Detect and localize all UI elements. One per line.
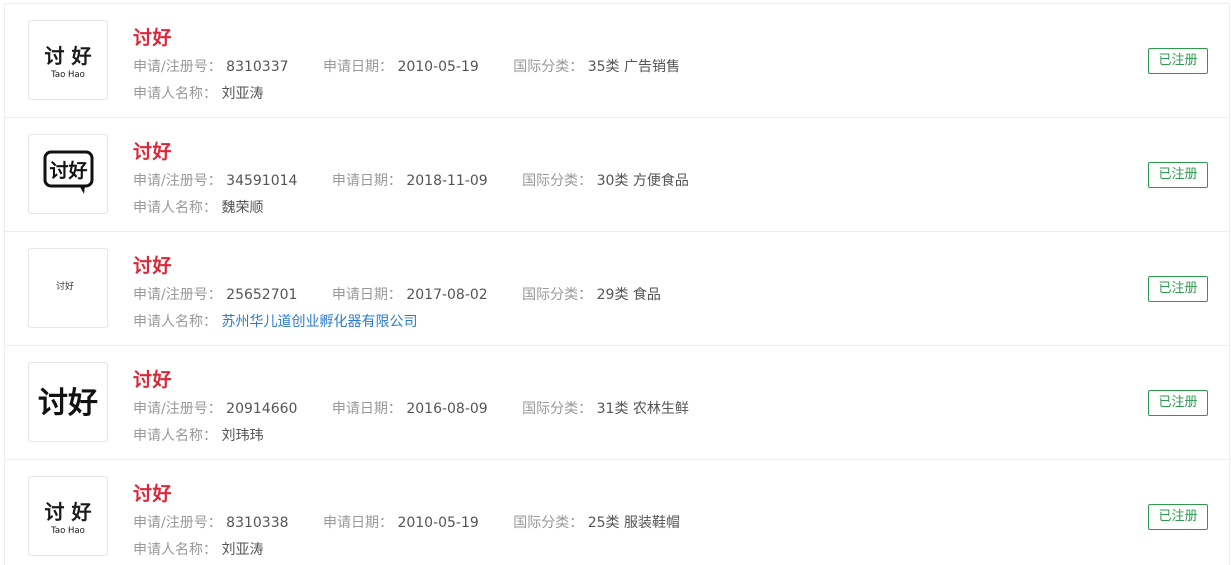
large-text-logo-graphic: 讨好 xyxy=(38,386,98,421)
status-badge: 已注册 xyxy=(1148,504,1208,530)
trademark-applicant: 申请人名称： 刘亚涛 xyxy=(133,539,263,559)
intl-class-label: 国际分类： xyxy=(513,515,584,531)
trademark-name[interactable]: 讨好 xyxy=(133,23,172,50)
reg-no-label: 申请/注册号： xyxy=(133,287,222,303)
trademark-meta: 申请/注册号： 20914660 申请日期： 2016-08-09 国际分类： … xyxy=(133,398,689,418)
taohao-logo-graphic: 讨 好 Tao Hao xyxy=(45,44,92,80)
reg-no-value: 8310337 xyxy=(226,59,289,75)
applicant-label: 申请人名称： xyxy=(133,86,217,102)
trademark-logo-image[interactable]: 讨好 xyxy=(28,134,108,214)
reg-no-value: 34591014 xyxy=(226,173,298,189)
intl-class-value: 25类 服装鞋帽 xyxy=(587,515,680,531)
intl-class-label: 国际分类： xyxy=(513,59,584,75)
small-text-logo-graphic: 讨好 xyxy=(56,280,74,292)
trademark-results-page: 讨 好 Tao Hao 讨好 申请/注册号： 8310337 申请日期： 201… xyxy=(0,0,1231,565)
reg-no-value: 25652701 xyxy=(226,287,298,303)
apply-date-label: 申请日期： xyxy=(322,59,393,75)
applicant-value: 刘亚涛 xyxy=(221,86,264,102)
reg-no-value: 20914660 xyxy=(226,401,298,417)
logo-cn-text: 讨好 xyxy=(56,280,74,292)
apply-date-value: 2017-08-02 xyxy=(406,287,488,303)
apply-date-label: 申请日期： xyxy=(331,401,402,417)
reg-no-label: 申请/注册号： xyxy=(133,515,222,531)
trademark-meta: 申请/注册号： 25652701 申请日期： 2017-08-02 国际分类： … xyxy=(133,284,661,304)
applicant-value: 魏荣顺 xyxy=(221,200,264,216)
trademark-logo-image[interactable]: 讨好 xyxy=(28,248,108,328)
status-badge: 已注册 xyxy=(1148,162,1208,188)
intl-class-label: 国际分类： xyxy=(522,173,593,189)
applicant-label: 申请人名称： xyxy=(133,314,217,330)
trademark-meta: 申请/注册号： 8310337 申请日期： 2010-05-19 国际分类： 3… xyxy=(133,56,680,76)
trademark-logo-image[interactable]: 讨好 xyxy=(28,362,108,442)
trademark-name[interactable]: 讨好 xyxy=(133,479,172,506)
intl-class-value: 29类 食品 xyxy=(596,287,661,303)
trademark-name[interactable]: 讨好 xyxy=(133,137,172,164)
apply-date-label: 申请日期： xyxy=(331,287,402,303)
apply-date-value: 2018-11-09 xyxy=(406,173,488,189)
trademark-meta: 申请/注册号： 34591014 申请日期： 2018-11-09 国际分类： … xyxy=(133,170,689,190)
trademark-name[interactable]: 讨好 xyxy=(133,365,172,392)
trademark-applicant: 申请人名称： 魏荣顺 xyxy=(133,197,263,217)
intl-class-label: 国际分类： xyxy=(522,287,593,303)
logo-cn-text: 讨好 xyxy=(38,386,98,421)
trademark-row[interactable]: 讨 好 Tao Hao 讨好 申请/注册号： 8310337 申请日期： 201… xyxy=(5,4,1229,118)
trademark-row[interactable]: 讨好 讨好 申请/注册号： 25652701 申请日期： 2017-08-02 … xyxy=(5,232,1229,346)
trademark-logo-image[interactable]: 讨 好 Tao Hao xyxy=(28,476,108,556)
apply-date-value: 2010-05-19 xyxy=(397,515,479,531)
intl-class-value: 31类 农林生鲜 xyxy=(596,401,689,417)
logo-pinyin-text: Tao Hao xyxy=(50,70,85,80)
reg-no-label: 申请/注册号： xyxy=(133,59,222,75)
trademark-applicant: 申请人名称： 刘玮玮 xyxy=(133,425,263,445)
trademark-logo-image[interactable]: 讨 好 Tao Hao xyxy=(28,20,108,100)
trademark-row[interactable]: 讨 好 Tao Hao 讨好 申请/注册号： 8310338 申请日期： 201… xyxy=(5,460,1229,565)
trademark-row[interactable]: 讨好 讨好 申请/注册号： 20914660 申请日期： 2016-08-09 … xyxy=(5,346,1229,460)
reg-no-label: 申请/注册号： xyxy=(133,173,222,189)
applicant-link[interactable]: 苏州华儿道创业孵化器有限公司 xyxy=(221,314,417,330)
trademark-applicant: 申请人名称： 苏州华儿道创业孵化器有限公司 xyxy=(133,311,417,331)
status-badge: 已注册 xyxy=(1148,48,1208,74)
apply-date-label: 申请日期： xyxy=(322,515,393,531)
status-badge: 已注册 xyxy=(1148,390,1208,416)
taohao-logo-graphic: 讨 好 Tao Hao xyxy=(45,500,92,536)
logo-pinyin-text: Tao Hao xyxy=(50,526,85,536)
apply-date-value: 2010-05-19 xyxy=(397,59,479,75)
intl-class-value: 30类 方便食品 xyxy=(596,173,689,189)
applicant-value: 刘玮玮 xyxy=(221,428,264,444)
trademark-row[interactable]: 讨好 讨好 申请/注册号： 34591014 申请日期： 2018-11-09 … xyxy=(5,118,1229,232)
reg-no-value: 8310338 xyxy=(226,515,289,531)
logo-cn-text: 讨 好 xyxy=(45,500,92,524)
applicant-label: 申请人名称： xyxy=(133,200,217,216)
apply-date-value: 2016-08-09 xyxy=(406,401,488,417)
reg-no-label: 申请/注册号： xyxy=(133,401,222,417)
trademark-list: 讨 好 Tao Hao 讨好 申请/注册号： 8310337 申请日期： 201… xyxy=(4,3,1230,565)
speech-bubble-logo-graphic: 讨好 xyxy=(43,150,94,194)
intl-class-value: 35类 广告销售 xyxy=(587,59,680,75)
logo-cn-text: 讨好 xyxy=(49,159,87,182)
trademark-meta: 申请/注册号： 8310338 申请日期： 2010-05-19 国际分类： 2… xyxy=(133,512,680,532)
apply-date-label: 申请日期： xyxy=(331,173,402,189)
trademark-applicant: 申请人名称： 刘亚涛 xyxy=(133,83,263,103)
intl-class-label: 国际分类： xyxy=(522,401,593,417)
status-badge: 已注册 xyxy=(1148,276,1208,302)
applicant-value: 刘亚涛 xyxy=(221,542,264,558)
bubble-tail xyxy=(79,185,85,194)
trademark-name[interactable]: 讨好 xyxy=(133,251,172,278)
applicant-label: 申请人名称： xyxy=(133,428,217,444)
applicant-label: 申请人名称： xyxy=(133,542,217,558)
logo-cn-text: 讨 好 xyxy=(45,44,92,68)
